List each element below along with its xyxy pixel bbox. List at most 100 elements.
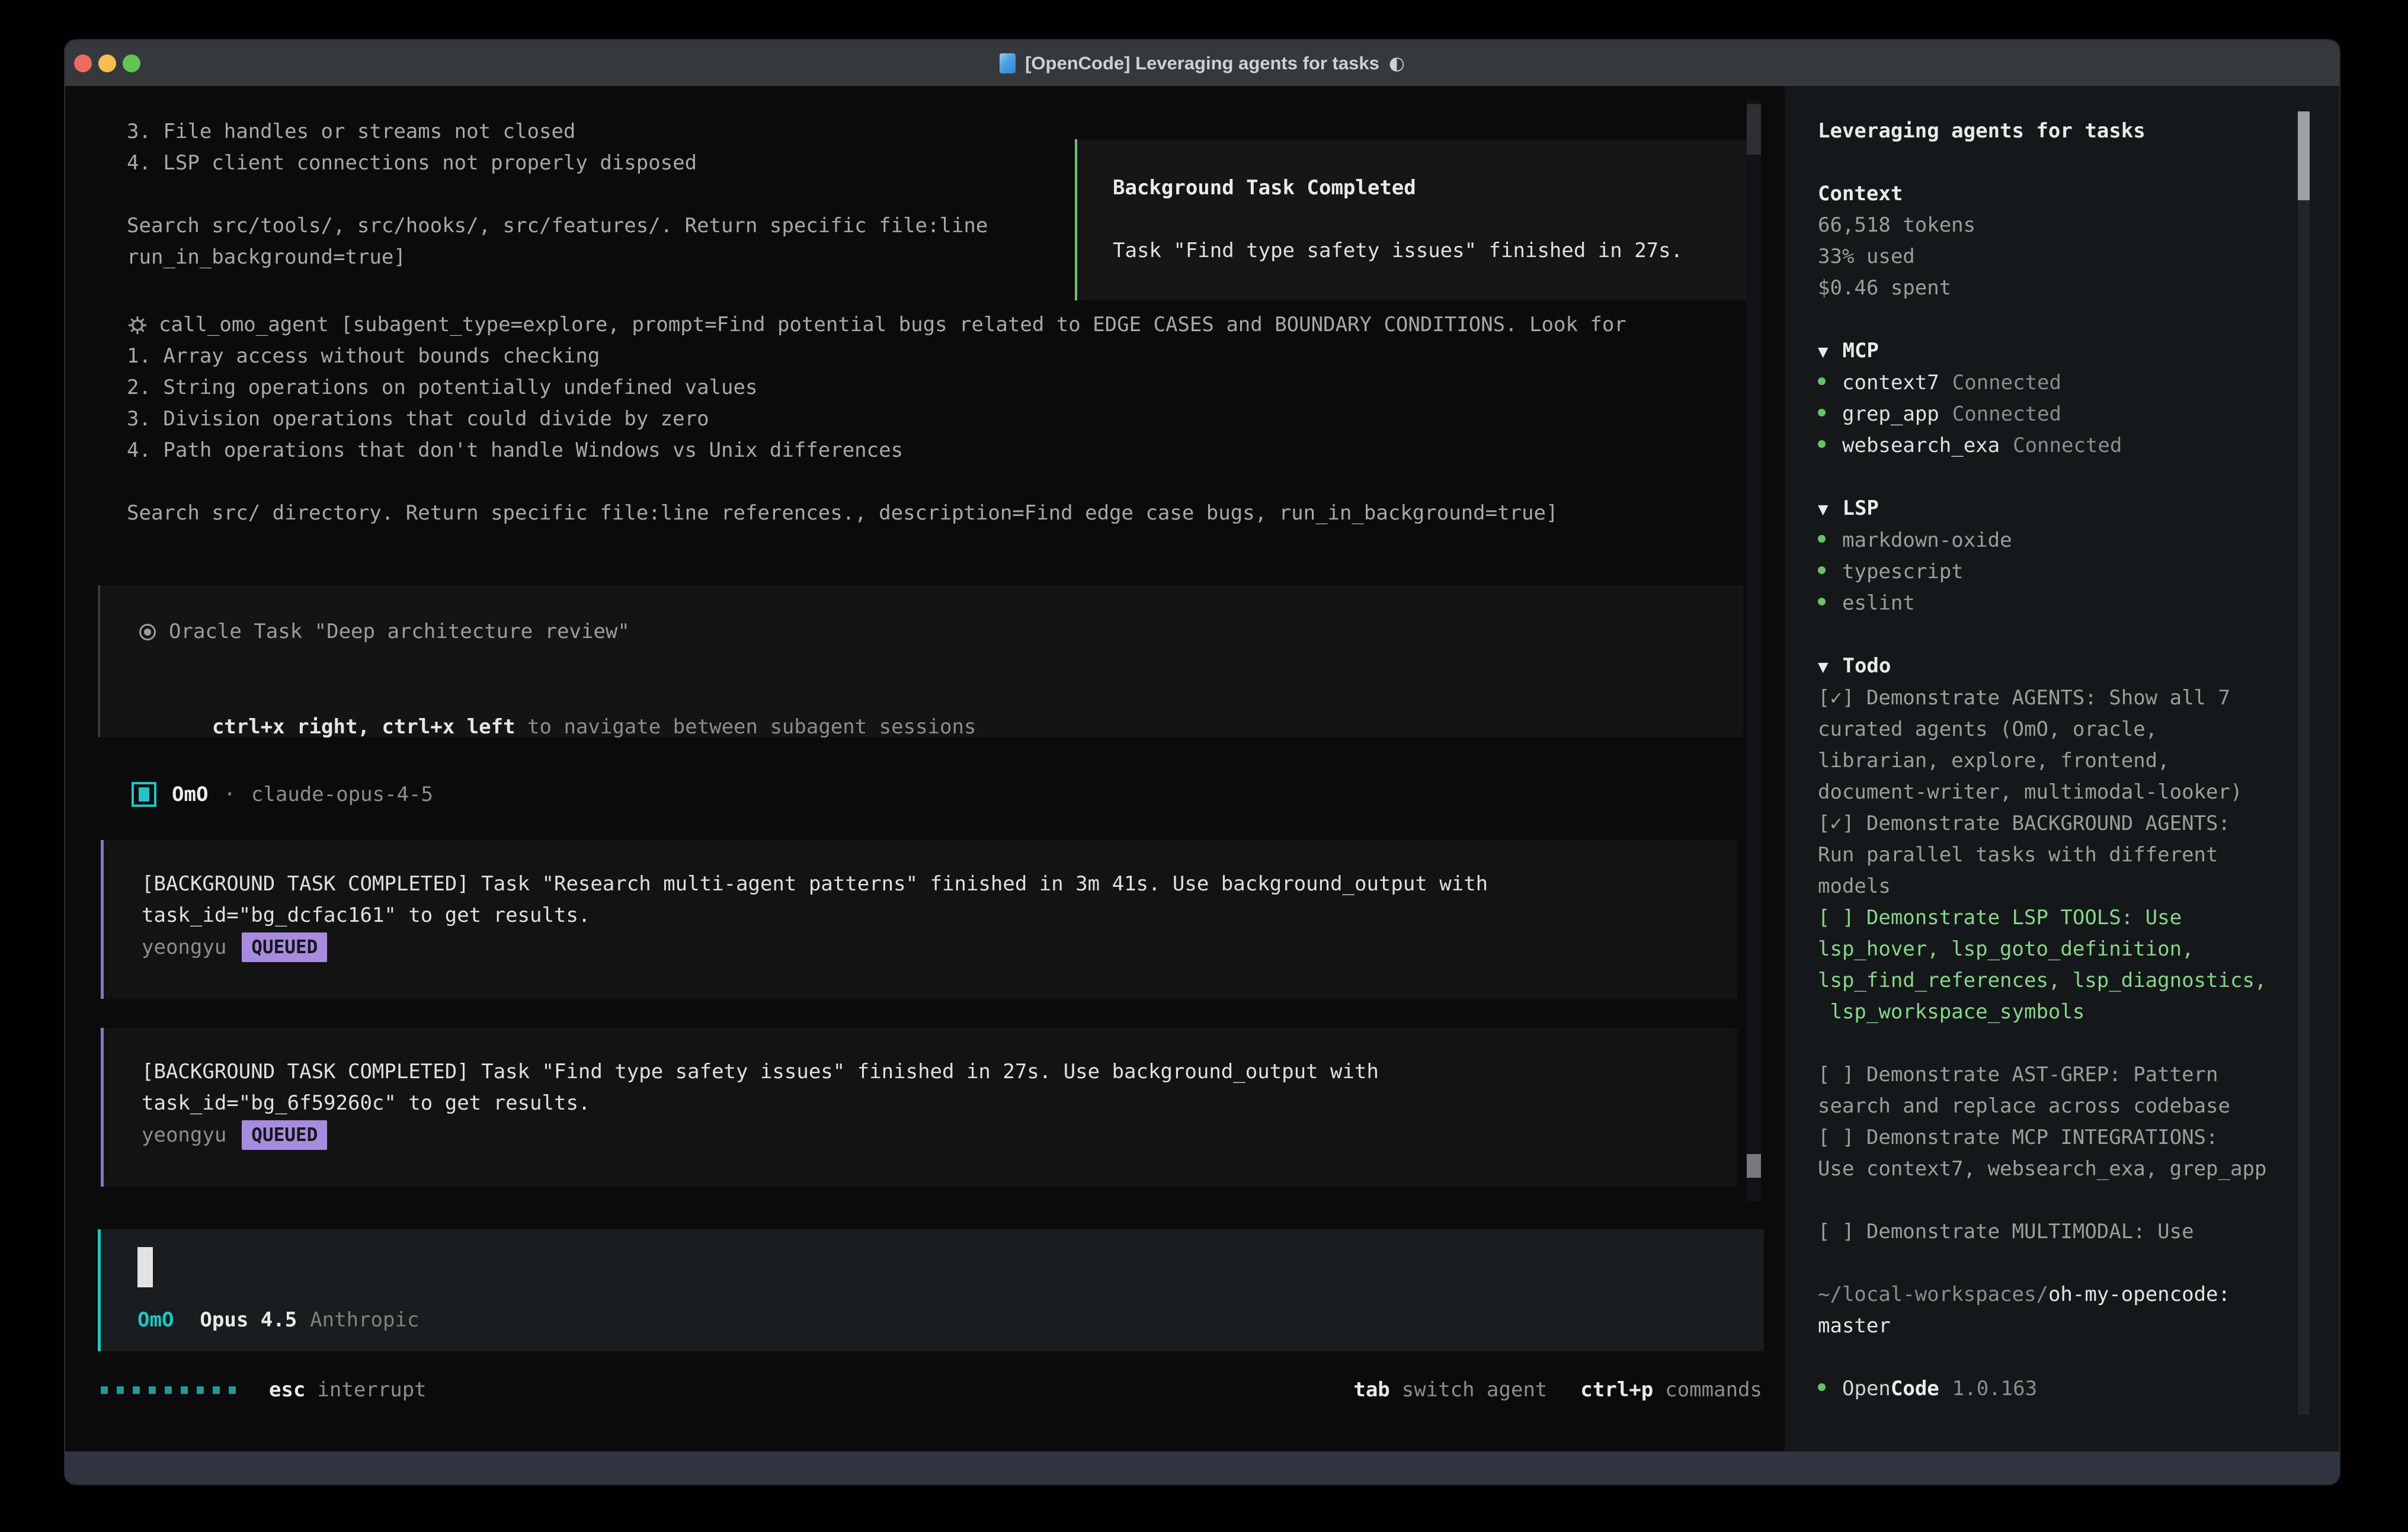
tab-key-label: switch agent [1402, 1378, 1548, 1402]
ctrlp-key-hint: ctrl+p [1580, 1378, 1653, 1402]
scrollbar-thumb[interactable] [2298, 111, 2310, 200]
scrollbar-segment[interactable] [1747, 104, 1761, 155]
lsp-item: markdown-oxide [1818, 525, 2339, 556]
esc-key-label: interrupt [317, 1378, 426, 1402]
context-spent: $0.46 spent [1818, 273, 2339, 304]
todo-item-done: [✓] Demonstrate BACKGROUND AGENTS: Run p… [1818, 808, 2339, 902]
context-tokens: 66,518 tokens [1818, 210, 2339, 241]
spinner-dots-icon [101, 1386, 236, 1394]
sidebar-session-title: Leveraging agents for tasks [1818, 116, 2339, 147]
lsp-section-heading[interactable]: ▼LSP [1818, 493, 2339, 525]
todo-item-pending: [ ] Demonstrate MULTIMODAL: Use [1818, 1216, 2339, 1248]
main-scrollbar[interactable] [1747, 100, 1761, 1201]
agent-square-icon [132, 782, 156, 807]
terminal-line: 3. File handles or streams not closed [127, 116, 988, 148]
mcp-section-heading[interactable]: ▼MCP [1818, 335, 2339, 367]
version-line: OpenCode1.0.163 [1818, 1373, 2339, 1405]
mcp-item: grep_appConnected [1818, 399, 2339, 430]
context-heading: Context [1818, 178, 2339, 210]
task-message-line: task_id="bg_dcfac161" to get results. [142, 900, 1737, 931]
task-user: yeongyu [142, 1123, 226, 1147]
green-dot-icon [1818, 566, 1826, 574]
chevron-down-icon: ▼ [1818, 341, 1828, 361]
window-bottom-bar [65, 1451, 2339, 1484]
lsp-item: typescript [1818, 556, 2339, 588]
shortcut-hint: to navigate between subagent sessions [515, 715, 976, 739]
chevron-down-icon: ▼ [1818, 499, 1828, 519]
minimize-button[interactable] [98, 55, 116, 72]
toast-title: Background Task Completed [1113, 172, 1719, 204]
esc-key-hint: esc [269, 1378, 305, 1402]
tool-call-line: Search src/ directory. Return specific f… [127, 498, 1626, 529]
task-message-line: [BACKGROUND TASK COMPLETED] Task "Find t… [142, 1056, 1737, 1088]
status-bar: esc interrupt tab switch agent ctrl+p co… [65, 1372, 1785, 1408]
window-title-text: [OpenCode] Leveraging agents for tasks [1025, 53, 1379, 74]
zoom-button[interactable] [123, 55, 140, 72]
green-dot-icon [1818, 535, 1826, 543]
close-button[interactable] [74, 55, 92, 72]
mcp-item: websearch_exaConnected [1818, 430, 2339, 461]
green-dot-icon [1818, 409, 1826, 416]
model-name: claude-opus-4-5 [251, 783, 433, 806]
session-header: OmO · claude-opus-4-5 [132, 778, 433, 810]
background-task-message: [BACKGROUND TASK COMPLETED] Task "Find t… [101, 1028, 1737, 1187]
prompt-input[interactable]: OmO Opus 4.5 Anthropic [98, 1229, 1764, 1351]
context-used: 33% used [1818, 241, 2339, 273]
terminal-line [127, 179, 988, 210]
tool-call-block: call_omo_agent [subagent_type=explore, p… [127, 309, 1626, 529]
todo-item-active: [ ] Demonstrate LSP TOOLS: Use lsp_hover… [1818, 902, 2339, 1028]
chevron-down-icon: ▼ [1818, 656, 1828, 677]
tool-call-line: 3. Division operations that could divide… [127, 403, 1626, 435]
lsp-item: eslint [1818, 588, 2339, 619]
agent-name: OmO [172, 783, 208, 806]
toast-body: Task "Find type safety issues" finished … [1113, 235, 1719, 267]
todo-item-pending: [ ] Demonstrate AST-GREP: Pattern search… [1818, 1059, 2339, 1122]
todo-section-heading[interactable]: ▼Todo [1818, 650, 2339, 682]
text-cursor [137, 1247, 153, 1287]
status-badge: QUEUED [242, 1120, 327, 1150]
tab-key-hint: tab [1353, 1378, 1389, 1402]
tool-call-line [127, 466, 1626, 498]
status-badge: QUEUED [242, 932, 327, 962]
scrollbar-thumb[interactable] [1747, 1154, 1761, 1178]
green-dot-icon [1818, 377, 1826, 385]
tool-call-line: 4. Path operations that don't handle Win… [127, 435, 1626, 466]
green-dot-icon [1818, 1383, 1826, 1391]
background-task-message: [BACKGROUND TASK COMPLETED] Task "Resear… [101, 840, 1737, 999]
terminal-line: run_in_background=true] [127, 242, 988, 273]
task-message-line: task_id="bg_6f59260c" to get results. [142, 1088, 1737, 1119]
tool-call-text: call_omo_agent [subagent_type=explore, p… [159, 309, 1626, 341]
todo-item-done: [✓] Demonstrate AGENTS: Show all 7 curat… [1818, 682, 2339, 808]
terminal-line: 4. LSP client connections not properly d… [127, 148, 988, 179]
sidebar-scrollbar[interactable] [2298, 111, 2310, 1415]
gear-icon [127, 315, 148, 336]
shortcut-keys: ctrl+x right, ctrl+x left [212, 715, 515, 739]
fisheye-icon [139, 624, 156, 640]
todo-item-pending: [ ] Demonstrate MCP INTEGRATIONS: Use co… [1818, 1122, 2339, 1185]
separator-dot: · [223, 783, 235, 806]
task-user: yeongyu [142, 935, 226, 959]
terminal-scrollback: 3. File handles or streams not closed 4.… [127, 116, 988, 273]
terminal-line: Search src/tools/, src/hooks/, src/featu… [127, 210, 988, 242]
oracle-task-box: Oracle Task "Deep architecture review" c… [98, 585, 1743, 737]
task-message-line: [BACKGROUND TASK COMPLETED] Task "Resear… [142, 868, 1737, 900]
input-provider: Anthropic [310, 1308, 419, 1332]
opencode-window: [OpenCode] Leveraging agents for tasks ◐… [65, 40, 2339, 1484]
mcp-item: context7Connected [1818, 367, 2339, 399]
half-circle-icon: ◐ [1389, 53, 1405, 74]
window-title: [OpenCode] Leveraging agents for tasks ◐ [1000, 53, 1405, 74]
oracle-task-title: Oracle Task "Deep architecture review" [169, 616, 630, 648]
sidebar: Leveraging agents for tasks Context 66,5… [1785, 86, 2339, 1451]
background-task-toast: Background Task Completed Task "Find typ… [1075, 139, 1757, 300]
green-dot-icon [1818, 440, 1826, 448]
ctrlp-key-label: commands [1665, 1378, 1762, 1402]
window-titlebar[interactable]: [OpenCode] Leveraging agents for tasks ◐ [65, 40, 2339, 86]
workspace-branch: master [1818, 1310, 2339, 1342]
workspace-path: ~/local-workspaces/oh-my-opencode: [1818, 1279, 2339, 1310]
input-agent: OmO [137, 1308, 174, 1332]
tool-call-line: 2. String operations on potentially unde… [127, 372, 1626, 403]
input-model: Opus 4.5 [200, 1308, 297, 1332]
document-icon [1000, 53, 1016, 73]
green-dot-icon [1818, 598, 1826, 605]
tool-call-line: 1. Array access without bounds checking [127, 341, 1626, 372]
